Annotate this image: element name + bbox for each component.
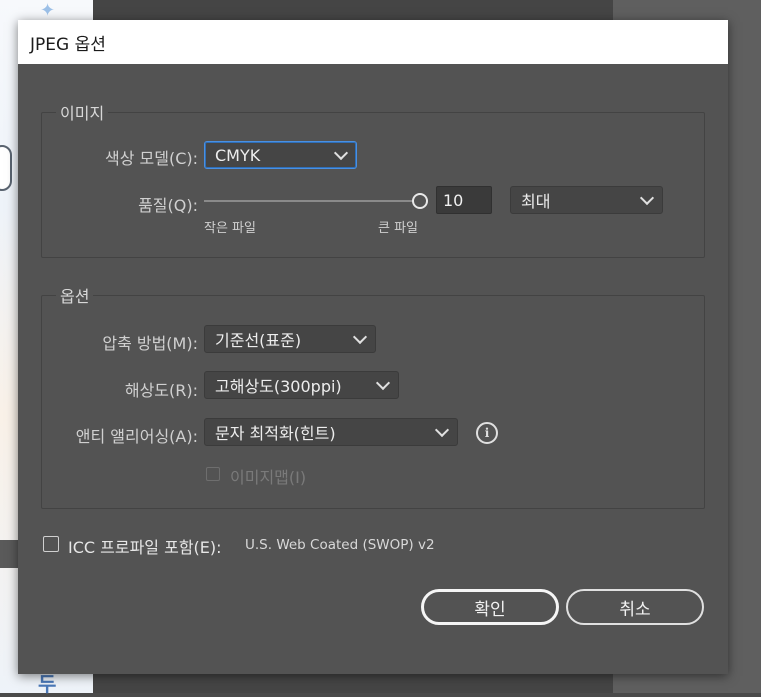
quality-preset-select[interactable]: 최대 (510, 186, 663, 214)
dialog-title: JPEG 옵션 (30, 34, 106, 55)
antialias-select[interactable]: 문자 최적화(힌트) (204, 418, 458, 446)
quality-slider-track[interactable] (204, 200, 416, 202)
resolution-value: 고해상도(300ppi) (215, 377, 342, 396)
color-model-value: CMYK (215, 145, 261, 165)
antialias-label: 앤티 앨리어싱(A): (75, 427, 198, 446)
compression-label: 압축 방법(M): (102, 334, 198, 353)
compression-select[interactable]: 기준선(표준) (204, 325, 376, 353)
jpeg-options-dialog: JPEG 옵션 이미지 색상 모델(C): CMYK 품질(Q): 10 최대 … (18, 20, 728, 674)
quality-label: 품질(Q): (138, 196, 198, 215)
antialias-value: 문자 최적화(힌트) (215, 424, 336, 443)
small-file-label: 작은 파일 (204, 221, 256, 236)
options-group-legend: 옵션 (56, 283, 94, 307)
cancel-button[interactable]: 취소 (566, 589, 704, 625)
resolution-label: 해상도(R): (124, 381, 198, 400)
chevron-down-icon (434, 422, 450, 438)
quality-value-input[interactable]: 10 (436, 186, 492, 214)
imagemap-checkbox[interactable] (206, 467, 220, 481)
large-file-label: 큰 파일 (378, 221, 419, 236)
chevron-down-icon (352, 329, 368, 345)
icc-profile-checkbox[interactable] (43, 536, 59, 552)
info-icon[interactable]: i (476, 422, 498, 444)
chevron-down-icon (375, 375, 391, 391)
image-group: 이미지 (41, 100, 705, 258)
icc-profile-label: ICC 프로파일 포함(E): (68, 538, 222, 557)
ok-button-label: 확인 (474, 599, 506, 620)
resolution-select[interactable]: 고해상도(300ppi) (204, 371, 399, 399)
background-shape (0, 145, 12, 191)
background-decoration-icon: ✦ (40, 0, 56, 21)
chevron-down-icon (639, 190, 655, 206)
chevron-down-icon (333, 145, 349, 161)
dialog-titlebar[interactable]: JPEG 옵션 (18, 20, 728, 64)
compression-value: 기준선(표준) (215, 331, 302, 350)
ok-button[interactable]: 확인 (421, 589, 559, 625)
quality-preset-value: 최대 (521, 192, 551, 211)
color-model-label: 색상 모델(C): (104, 149, 198, 168)
color-model-select[interactable]: CMYK (204, 141, 357, 169)
cancel-button-label: 취소 (619, 599, 651, 620)
image-group-legend: 이미지 (56, 100, 109, 124)
imagemap-label: 이미지맵(I) (230, 468, 307, 487)
quality-value-text: 10 (443, 190, 464, 210)
quality-slider-handle[interactable] (412, 193, 428, 209)
icc-profile-name: U.S. Web Coated (SWOP) v2 (245, 537, 435, 553)
